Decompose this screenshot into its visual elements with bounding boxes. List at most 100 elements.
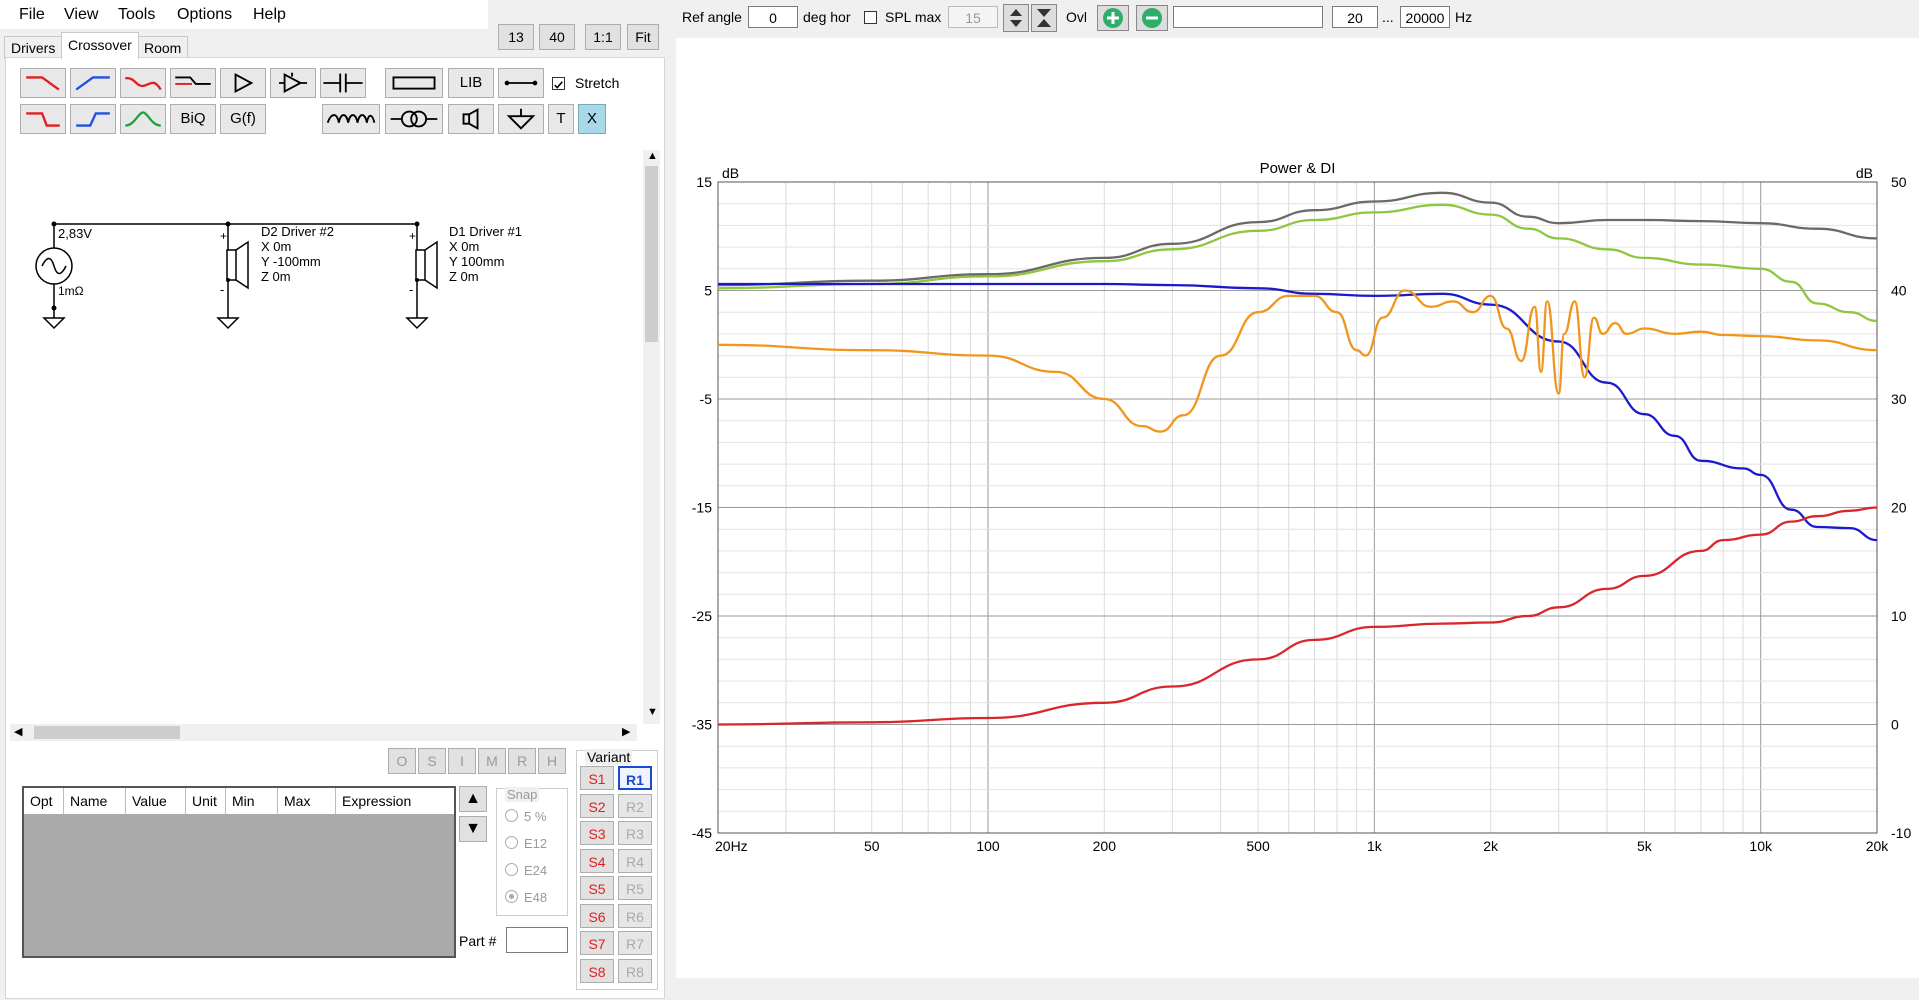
freq-min-input[interactable]: 20 <box>1332 6 1378 28</box>
y-right-tick-label: 10 <box>1891 608 1907 624</box>
menu-file[interactable]: File <box>15 4 49 26</box>
col-value[interactable]: Value <box>126 788 186 814</box>
vertical-scroll-thumb[interactable] <box>645 166 658 342</box>
schematic-canvas[interactable]: + + - - 2,83V 1mΩ D2 Driver #2 X 0m Y -1… <box>16 150 642 724</box>
svg-text:-: - <box>409 282 413 297</box>
amplifier-tool[interactable] <box>220 68 266 98</box>
schematic-vertical-scrollbar[interactable]: ▲ ▼ <box>643 150 660 724</box>
ref-angle-input[interactable]: 0 <box>748 6 798 28</box>
variant-r6-button[interactable]: R6 <box>618 903 652 928</box>
y-left-tick-label: -45 <box>692 825 712 841</box>
horizontal-scroll-thumb[interactable] <box>34 726 180 739</box>
menu-tools[interactable]: Tools <box>114 4 159 26</box>
stretch-checkbox[interactable] <box>552 77 565 90</box>
delete-x-button[interactable]: X <box>578 104 606 134</box>
part-number-input[interactable] <box>506 927 568 953</box>
driver1-label[interactable]: D1 Driver #1 X 0m Y 100mm Z 0m <box>449 224 522 284</box>
parts-table-header: Opt Name Value Unit Min Max Expression <box>24 788 454 814</box>
spl-max-input[interactable]: 15 <box>948 6 998 28</box>
tab-room[interactable]: Room <box>137 36 189 59</box>
menu-help[interactable]: Help <box>249 4 290 26</box>
state-o-button[interactable]: O <box>388 748 416 774</box>
col-opt[interactable]: Opt <box>24 788 64 814</box>
transformer-tool[interactable] <box>385 104 443 134</box>
wire-tool[interactable] <box>498 68 544 98</box>
capacitor-tool[interactable] <box>320 68 366 98</box>
overlay-remove-icon[interactable] <box>1136 5 1168 31</box>
ground-tool[interactable] <box>498 104 544 134</box>
driver2-label[interactable]: D2 Driver #2 X 0m Y -100mm Z 0m <box>261 224 334 284</box>
variant-r2-button[interactable]: R2 <box>618 793 652 818</box>
snap-option-e12[interactable]: E12 <box>505 836 547 851</box>
lowpass-red-tool[interactable] <box>20 68 66 98</box>
overlay-add-icon[interactable] <box>1097 5 1129 31</box>
col-max[interactable]: Max <box>278 788 336 814</box>
state-h-button[interactable]: H <box>538 748 566 774</box>
parts-table[interactable]: Opt Name Value Unit Min Max Expression <box>22 786 456 958</box>
tab-crossover[interactable]: Crossover <box>61 32 139 59</box>
state-m-button[interactable]: M <box>478 748 506 774</box>
notch-red-tool[interactable] <box>120 68 166 98</box>
variant-r3-button[interactable]: R3 <box>618 821 652 845</box>
variant-s1-button[interactable]: S1 <box>580 766 614 790</box>
variant-label: Variant <box>585 749 633 765</box>
resistor-tool[interactable] <box>385 68 443 98</box>
spl-fit-icon[interactable] <box>1031 4 1057 32</box>
snap-option-e48[interactable]: E48 <box>505 890 547 905</box>
power-di-chart[interactable]: 20Hz 50 100 200 500 1k 2k 5k 10k 20k 15 5 -5 -15 -25 -3… <box>676 38 1919 978</box>
variant-r8-button[interactable]: R8 <box>618 958 652 983</box>
variant-r4-button[interactable]: R4 <box>618 848 652 873</box>
variant-s8-button[interactable]: S8 <box>580 958 614 983</box>
scroll-up-icon[interactable]: ▲ <box>647 150 658 162</box>
buffer-tool[interactable] <box>270 68 316 98</box>
zoom-1to1-button[interactable]: 1:1 <box>585 24 621 50</box>
inductor-tool[interactable] <box>322 104 380 134</box>
library-button[interactable]: LIB <box>448 68 494 98</box>
col-unit[interactable]: Unit <box>186 788 226 814</box>
scroll-left-icon[interactable]: ◀ <box>14 725 22 738</box>
lowpass-red-2-tool[interactable] <box>20 104 66 134</box>
col-min[interactable]: Min <box>226 788 278 814</box>
tab-drivers[interactable]: Drivers <box>4 36 63 59</box>
y-left-tick-label: 15 <box>696 174 712 190</box>
snap-option-5pct[interactable]: 5 % <box>505 809 546 824</box>
schematic-horizontal-scrollbar[interactable]: ◀ ▶ <box>10 724 637 741</box>
biquad-button[interactable]: BiQ <box>170 104 216 134</box>
col-name[interactable]: Name <box>64 788 126 814</box>
state-s-button[interactable]: S <box>418 748 446 774</box>
variant-r5-button[interactable]: R5 <box>618 876 652 900</box>
menu-view[interactable]: View <box>60 4 102 26</box>
shelf-tool[interactable] <box>170 68 216 98</box>
variant-s6-button[interactable]: S6 <box>580 903 614 928</box>
variant-s5-button[interactable]: S5 <box>580 876 614 900</box>
highpass-blue-tool[interactable] <box>70 68 116 98</box>
zoom-40-button[interactable]: 40 <box>539 24 575 50</box>
spl-up-down-icon[interactable] <box>1003 4 1029 32</box>
snap-option-e24[interactable]: E24 <box>505 863 547 878</box>
menu-options[interactable]: Options <box>173 4 236 26</box>
variant-r7-button[interactable]: R7 <box>618 931 652 955</box>
zoom-fit-button[interactable]: Fit <box>627 24 659 50</box>
variant-s7-button[interactable]: S7 <box>580 931 614 955</box>
variant-r1-button[interactable]: R1 <box>618 766 652 790</box>
transfer-function-button[interactable]: G(f) <box>220 104 266 134</box>
move-up-icon[interactable]: ▲ <box>459 786 487 812</box>
zoom-13-button[interactable]: 13 <box>498 24 534 50</box>
text-tool-button[interactable]: T <box>548 104 574 134</box>
bandpass-green-tool[interactable] <box>120 104 166 134</box>
state-r-button[interactable]: R <box>508 748 536 774</box>
overlay-name-input[interactable] <box>1173 6 1323 28</box>
speaker-tool[interactable] <box>448 104 494 134</box>
freq-max-input[interactable]: 20000 <box>1400 6 1450 28</box>
move-down-icon[interactable]: ▼ <box>459 816 487 842</box>
scroll-right-icon[interactable]: ▶ <box>622 725 630 738</box>
scroll-down-icon[interactable]: ▼ <box>647 706 658 718</box>
highpass-blue-2-tool[interactable] <box>70 104 116 134</box>
spl-max-checkbox[interactable] <box>864 11 877 24</box>
state-i-button[interactable]: I <box>448 748 476 774</box>
variant-s2-button[interactable]: S2 <box>580 793 614 818</box>
variant-s4-button[interactable]: S4 <box>580 848 614 873</box>
variant-s3-button[interactable]: S3 <box>580 821 614 845</box>
col-expression[interactable]: Expression <box>336 788 454 814</box>
x-tick-label: 200 <box>1093 838 1117 854</box>
